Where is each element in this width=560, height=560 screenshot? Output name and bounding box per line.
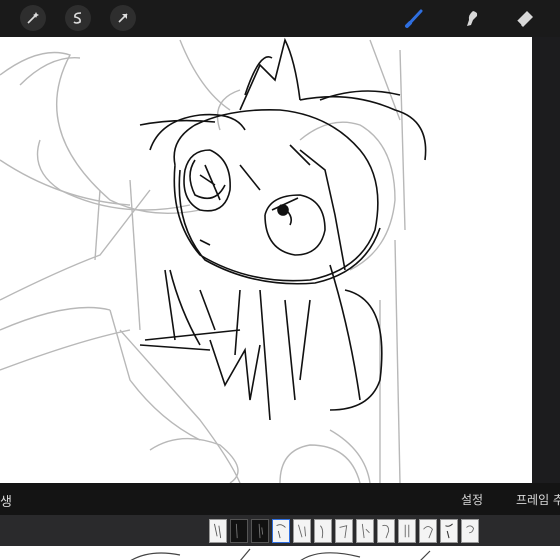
frame-thumbnail[interactable] — [209, 519, 227, 543]
frame-thumbnail[interactable] — [356, 519, 374, 543]
frame-timeline — [0, 515, 560, 546]
frame-thumbnail[interactable] — [398, 519, 416, 543]
eraser-icon[interactable] — [510, 4, 540, 32]
frame-thumbnail[interactable] — [419, 519, 437, 543]
drawing-canvas[interactable] — [0, 37, 532, 483]
transform-arrow-icon[interactable] — [110, 5, 136, 31]
frame-thumbnail[interactable] — [377, 519, 395, 543]
add-frame-button[interactable]: 프레임 추 — [516, 491, 560, 508]
frame-thumbnail[interactable] — [461, 519, 479, 543]
settings-button[interactable]: 설정 — [461, 491, 483, 508]
canvas-gutter — [532, 37, 560, 483]
frame-thumbnail[interactable] — [335, 519, 353, 543]
sketch-artwork — [0, 37, 427, 483]
frame-thumbnail[interactable] — [293, 519, 311, 543]
adjustments-wand-icon[interactable] — [20, 5, 46, 31]
top-toolbar — [0, 0, 560, 37]
canvas-underlay — [0, 546, 560, 560]
frame-thumbnail[interactable] — [251, 519, 269, 543]
animation-assist-bar: 생 설정 프레임 추 — [0, 483, 560, 515]
frame-thumbnail[interactable] — [440, 519, 458, 543]
frame-thumbnail[interactable] — [314, 519, 332, 543]
smudge-icon[interactable] — [456, 4, 486, 32]
brush-icon[interactable] — [400, 4, 430, 32]
frame-thumbnail-selected[interactable] — [272, 519, 290, 543]
selection-s-icon[interactable] — [65, 5, 91, 31]
playback-label[interactable]: 생 — [0, 491, 12, 510]
frame-thumbnail[interactable] — [230, 519, 248, 543]
